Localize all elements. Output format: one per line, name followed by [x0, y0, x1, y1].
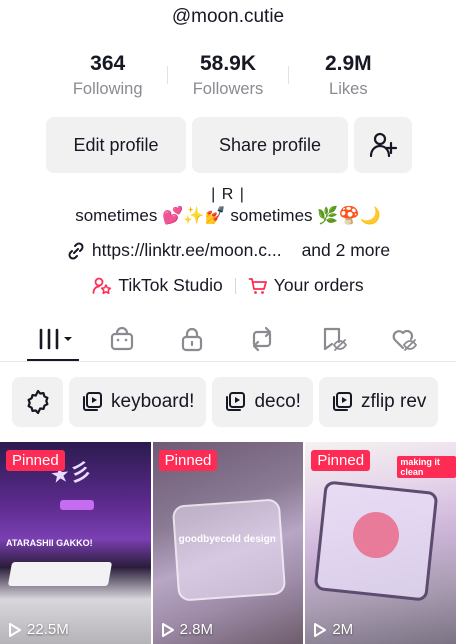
- cart-icon: [248, 277, 267, 294]
- playlist-chips: keyboard! deco! zflip rev: [0, 377, 456, 427]
- view-count: 2.8M: [161, 621, 213, 638]
- tab-reposts[interactable]: [248, 326, 276, 352]
- play-icon: [9, 622, 21, 637]
- link-icon: [68, 241, 84, 260]
- stat-following[interactable]: 364 Following: [48, 52, 167, 99]
- video-grid: ★彡 ATARASHII GAKKO! Pinned 22.5M goodbye…: [0, 442, 456, 644]
- stat-likes[interactable]: 2.9M Likes: [289, 52, 408, 99]
- add-user-icon: [369, 132, 398, 158]
- lock-icon: [181, 327, 203, 352]
- gear-icon: [27, 389, 48, 415]
- profile-tabs: [0, 318, 456, 362]
- video-thumbnail[interactable]: ★彡 ATARASHII GAKKO! Pinned 22.5M: [0, 442, 151, 644]
- bio-emoji: 🌿🍄🌙: [317, 206, 381, 226]
- studio-label: TikTok Studio: [118, 275, 223, 295]
- pinned-badge: Pinned: [6, 450, 65, 471]
- thumbnail-overlay-text: goodbyecold design: [178, 534, 276, 545]
- grid-videos-icon: [39, 328, 72, 350]
- divider: [234, 277, 236, 294]
- playlist-chip[interactable]: deco!: [212, 377, 313, 427]
- playlist-icon: [83, 392, 102, 411]
- video-thumbnail[interactable]: making it clean Pinned 2M: [305, 442, 456, 644]
- tab-private[interactable]: [178, 326, 206, 352]
- stat-followers[interactable]: 58.9K Followers: [168, 52, 287, 99]
- video-thumbnail[interactable]: goodbyecold design Pinned 2.8M: [152, 442, 304, 644]
- view-count-text: 2.8M: [179, 621, 214, 638]
- username: @moon.cutie: [171, 6, 285, 27]
- tab-videos[interactable]: [36, 326, 76, 352]
- bookmark-hidden-icon: [323, 327, 348, 351]
- tiktok-studio-link[interactable]: TikTok Studio: [92, 275, 223, 296]
- playlist-label: keyboard!: [111, 391, 195, 412]
- more-links-button[interactable]: and 2 more: [302, 240, 391, 261]
- playlist-chip[interactable]: zflip rev: [318, 377, 439, 427]
- playlist-settings-button[interactable]: [12, 377, 63, 427]
- view-count-text: 2M: [332, 621, 354, 638]
- playlist-label: zflip rev: [360, 391, 427, 412]
- stat-value: 2.9M: [324, 52, 372, 75]
- repost-icon: [252, 326, 272, 352]
- thumbnail-art: [171, 498, 286, 602]
- profile-actions: Edit profile Share profile: [46, 117, 412, 173]
- play-icon: [161, 622, 174, 637]
- pinned-badge: Pinned: [158, 450, 218, 471]
- share-profile-button[interactable]: Share profile: [192, 117, 348, 173]
- playlist-chip[interactable]: keyboard!: [69, 377, 207, 427]
- view-count: 22.5M: [8, 621, 69, 638]
- stat-label: Following: [72, 80, 143, 98]
- pinned-badge: Pinned: [311, 450, 371, 471]
- playlist-icon: [226, 392, 246, 411]
- heart-hidden-icon: [392, 329, 418, 351]
- play-icon: [314, 622, 327, 637]
- bio-emoji: 💕✨💅: [162, 206, 226, 226]
- shopping-bag-icon: [110, 326, 134, 351]
- edit-profile-button[interactable]: Edit profile: [46, 117, 186, 173]
- thumbnail-overlay-text: making it clean: [397, 456, 456, 478]
- your-orders-link[interactable]: Your orders: [248, 275, 364, 296]
- add-friend-button[interactable]: [354, 117, 412, 173]
- stat-label: Likes: [329, 80, 368, 98]
- tab-shop[interactable]: [108, 326, 136, 352]
- bio-text: sometimes: [230, 206, 313, 225]
- bio-line-2: sometimes 💕✨💅 sometimes 🌿🍄🌙: [0, 206, 456, 226]
- playlist-label: deco!: [254, 391, 301, 412]
- view-count-text: 22.5M: [27, 621, 69, 638]
- bio-link[interactable]: https://linktr.ee/moon.c...: [92, 240, 282, 261]
- stat-label: Followers: [192, 80, 264, 98]
- shortcuts-row: TikTok Studio Your orders: [0, 275, 456, 296]
- stats-row: 364 Following 58.9K Followers 2.9M Likes: [48, 52, 408, 104]
- tab-favorites[interactable]: [320, 326, 348, 352]
- stat-value: 58.9K: [199, 52, 257, 75]
- playlist-icon: [332, 392, 352, 411]
- studio-icon: [92, 277, 112, 294]
- tab-liked[interactable]: [390, 326, 418, 352]
- bio-link-row: https://linktr.ee/moon.c... and 2 more: [0, 240, 456, 261]
- bio-line-1: | R |: [211, 186, 245, 203]
- orders-label: Your orders: [273, 275, 364, 295]
- stat-value: 364: [90, 52, 126, 75]
- thumbnail-art: [7, 562, 113, 586]
- view-count: 2M: [313, 621, 353, 638]
- bio-text: sometimes: [75, 206, 158, 225]
- active-tab-indicator: [27, 359, 79, 361]
- thumbnail-overlay-text: ATARASHII GAKKO!: [6, 538, 93, 548]
- thumbnail-art: [60, 500, 94, 510]
